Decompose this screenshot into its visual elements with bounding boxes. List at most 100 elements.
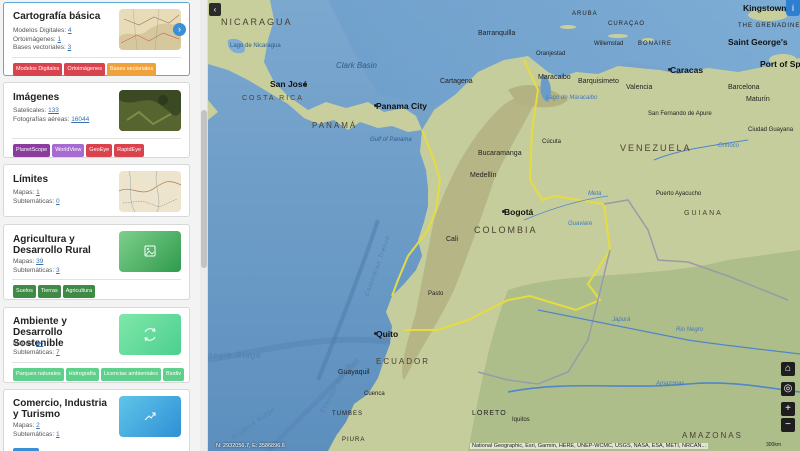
card-divider <box>12 362 181 363</box>
label-cuenca: Cuenca <box>364 391 385 397</box>
count-link[interactable]: 3 <box>56 267 60 274</box>
tag[interactable]: Modelos Digitales <box>13 63 63 76</box>
card-thumbnail <box>119 90 181 131</box>
count-link[interactable]: 0 <box>56 198 60 205</box>
label-rio-guaviare: Guaviare <box>568 221 593 227</box>
map-view[interactable]: NICARAGUA Lago de Nicaragua San José COS… <box>208 0 800 451</box>
card-ambiente[interactable]: Ambiente y Desarrollo Sostenible Mapas: … <box>3 307 190 383</box>
count-link[interactable]: 1 <box>36 189 40 196</box>
tag[interactable]: GeoEye <box>86 144 113 157</box>
label-san-fernando: San Fernando de Apure <box>648 111 712 117</box>
label-costa-rica: COSTA RICA <box>242 95 304 102</box>
card-title: Cartografía básica <box>13 11 101 22</box>
label-cartagena: Cartagena <box>440 78 473 85</box>
scrollbar-thumb[interactable] <box>201 110 207 268</box>
card-title: Límites <box>13 174 49 185</box>
tag[interactable]: WorldView <box>52 144 85 157</box>
tag[interactable]: Biodiv <box>162 368 184 381</box>
label-panama: PANAMÁ <box>312 121 358 130</box>
tag[interactable]: Ortoimágenes <box>64 63 105 76</box>
label-nicaragua: NICARAGUA <box>221 17 293 27</box>
chevron-right-icon[interactable]: › <box>173 23 186 36</box>
tag[interactable]: Parques naturales <box>13 368 64 381</box>
card-agricultura[interactable]: Agricultura y Desarrollo Rural Mapas: 39… <box>3 224 190 300</box>
label-lago-nicaragua: Lago de Nicaragua <box>230 43 281 49</box>
card-limites[interactable]: Límites Mapas: 1 Subtemáticas: 0 <box>3 164 190 217</box>
locate-icon[interactable]: ◎ <box>781 382 795 396</box>
card-divider <box>12 138 181 139</box>
card-meta: Mapas: 64 Subtemáticas: 7 <box>13 340 60 356</box>
label-cali: Cali <box>446 236 459 243</box>
tag[interactable]: Hidrografía <box>65 368 99 381</box>
label-piura: PIURA <box>342 437 366 443</box>
card-divider <box>12 279 181 280</box>
map-attribution: National Geographic, Esri, Garmin, HERE,… <box>470 443 709 449</box>
tag[interactable]: Bases vectoriales <box>106 63 157 76</box>
card-thumbnail <box>119 231 181 272</box>
label-maturin: Maturín <box>746 96 770 103</box>
label-san-jose: San José <box>270 79 308 89</box>
count-link[interactable]: 3 <box>68 44 72 51</box>
home-icon[interactable]: ⌂ <box>781 362 795 376</box>
city-dot <box>374 104 377 107</box>
card-cartografia-basica[interactable]: Cartografía básica Modelos Digitales: 4 … <box>3 2 190 76</box>
count-link[interactable]: 1 <box>56 431 60 438</box>
label-bogota: Bogotá <box>504 207 534 217</box>
label-rio-japura: Japurá <box>612 317 631 323</box>
info-icon[interactable]: i <box>786 0 800 16</box>
city-dot <box>374 332 377 335</box>
tag-list: Parques naturales Hidrografía Licencias … <box>13 368 184 381</box>
count-link[interactable]: 39 <box>36 258 43 265</box>
count-link[interactable]: 7 <box>56 349 60 356</box>
label-puerto-ayacucho: Puerto Ayacucho <box>656 191 702 197</box>
card-meta: Modelos Digitales: 4 Ortoimágenes: 1 Bas… <box>13 27 72 51</box>
tag[interactable]: Licencias ambientales <box>100 368 161 381</box>
zoom-out-button[interactable]: − <box>781 418 795 432</box>
label-orinoco: Orinoco <box>718 143 740 149</box>
collapse-sidebar-button[interactable]: ‹ <box>209 3 221 16</box>
scale-bar: 300km <box>766 442 782 448</box>
card-meta: Mapas: 1 Subtemáticas: 0 <box>13 189 60 205</box>
tag[interactable]: Suelos <box>13 285 36 298</box>
tag[interactable]: RapidEye <box>114 144 145 157</box>
card-meta: Mapas: 2 Subtemáticas: 1 <box>13 422 60 438</box>
card-comercio[interactable]: Comercio, Industria y Turismo Mapas: 2 S… <box>3 389 190 451</box>
label-guiana: GUIANA <box>684 210 723 217</box>
card-divider <box>12 57 181 58</box>
tag[interactable]: PlanetScope <box>13 144 51 157</box>
app: Cartografía básica Modelos Digitales: 4 … <box>0 0 800 451</box>
label-rio-negro: Rio Negro <box>676 327 704 333</box>
zoom-in-button[interactable]: + <box>781 402 795 416</box>
count-link[interactable]: 4 <box>68 27 72 34</box>
label-loreto: LORETO <box>472 410 507 417</box>
tag[interactable]: Agricultura <box>62 285 96 298</box>
label-pasto: Pasto <box>428 291 444 297</box>
tag[interactable]: Tierras <box>37 285 61 298</box>
label-quito: Quito <box>376 329 399 339</box>
count-link[interactable]: 133 <box>48 107 59 114</box>
tag-list: Suelos Tierras Agricultura <box>13 285 96 298</box>
label-venezuela: VENEZUELA <box>620 143 692 153</box>
count-link[interactable]: 1 <box>57 36 61 43</box>
label-oranjestad: Oranjestad <box>536 51 566 57</box>
label-lago-maracaibo: Lago de Maracaibo <box>546 95 598 101</box>
count-link[interactable]: 2 <box>36 422 40 429</box>
sidebar-scrollbar[interactable] <box>200 0 207 451</box>
city-dot <box>502 210 505 213</box>
tag-list: PlanetScope WorldView GeoEye RapidEye <box>13 144 145 157</box>
label-curacao: CURAÇAO <box>608 21 646 27</box>
label-ecuador: ECUADOR <box>376 357 431 366</box>
label-aruba: ARUBA <box>572 11 598 17</box>
label-rio-amazonas: Amazonas <box>656 381 685 387</box>
label-st-georges: Saint George's <box>728 37 788 47</box>
label-clark-basin: Clark Basin <box>336 61 377 70</box>
card-thumbnail <box>119 9 181 50</box>
card-title: Comercio, Industria y Turismo <box>13 398 107 420</box>
label-amazonas: AMAZONAS <box>682 431 743 440</box>
count-link[interactable]: 16044 <box>71 116 89 123</box>
coordinate-readout: N: 2932056.7, E: 3586896.6 <box>216 443 285 449</box>
card-title: Imágenes <box>13 92 60 103</box>
city-dot <box>668 68 671 71</box>
card-imagenes[interactable]: Imágenes Satelicales: 133 Fotografías aé… <box>3 82 190 158</box>
count-link[interactable]: 64 <box>36 340 43 347</box>
